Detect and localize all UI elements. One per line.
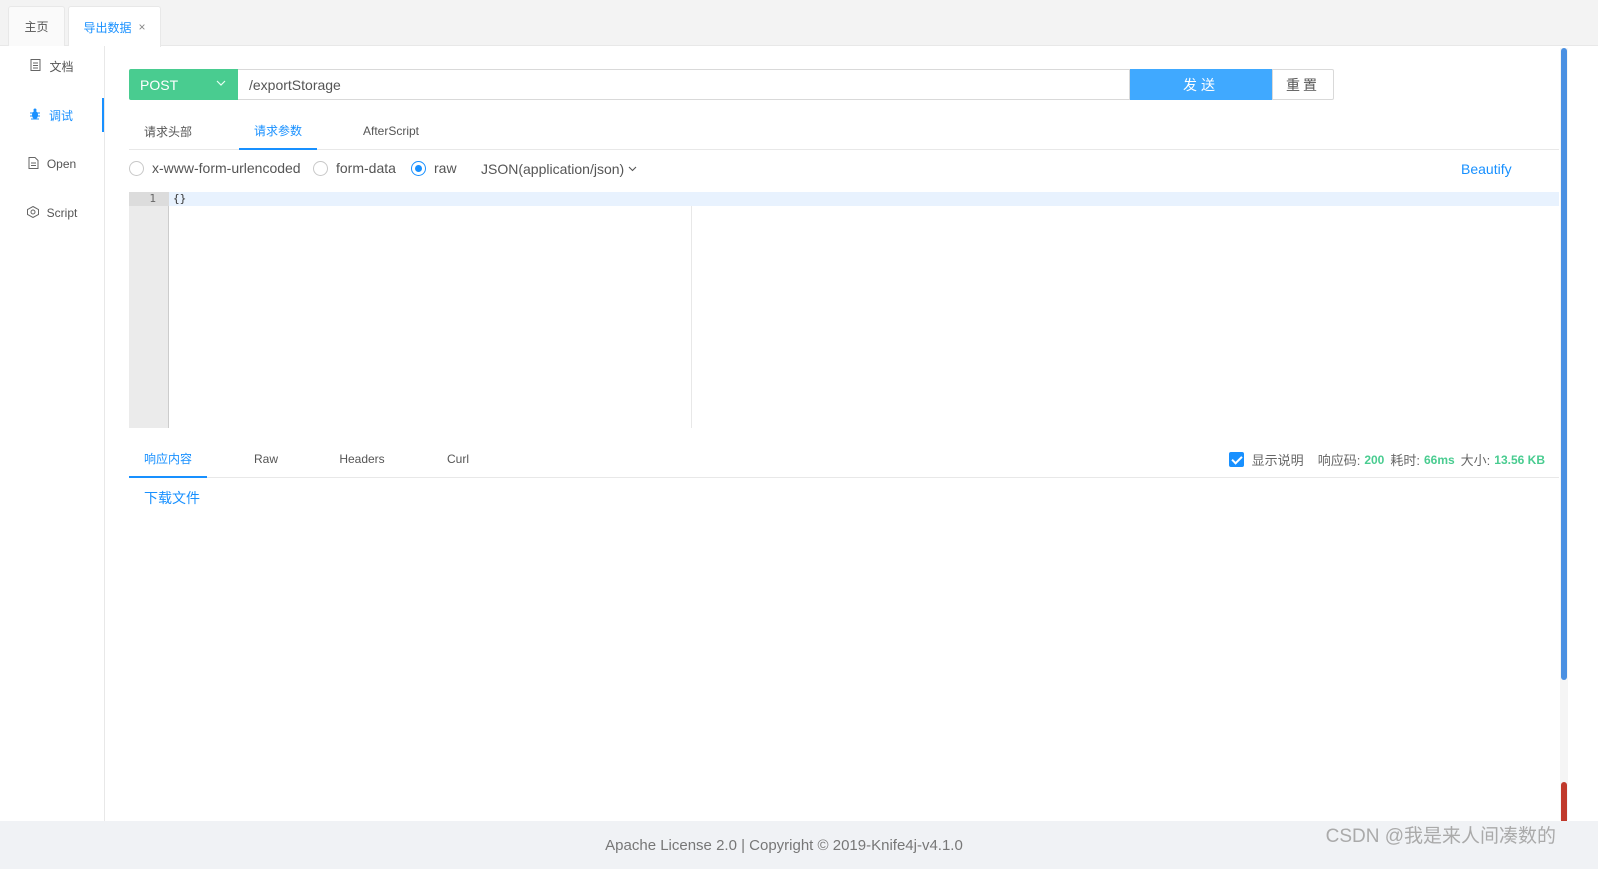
content-type-select[interactable]: JSON(application/json) (481, 161, 637, 177)
radio-x-www-form-urlencoded[interactable]: x-www-form-urlencoded (129, 160, 301, 176)
show-description-checkbox[interactable] (1228, 452, 1244, 467)
footer-text: Apache License 2.0 | Copyright © 2019-Kn… (605, 836, 963, 854)
radio-raw[interactable]: raw (411, 160, 457, 176)
radio-label: x-www-form-urlencoded (152, 160, 301, 176)
param-tabs: 请求头部 请求参数 AfterScript (129, 112, 1559, 150)
tab-export-data-label: 导出数据 (83, 20, 132, 35)
tab-response-content[interactable]: 响应内容 (129, 440, 207, 478)
close-icon[interactable]: × (139, 20, 146, 34)
response-meta: 显示说明 响应码: 200 耗时: 66ms 大小: 13.56 KB (1228, 450, 1545, 469)
tab-export-data[interactable]: 导出数据 × (68, 6, 161, 47)
sidebar-item-docs[interactable]: 文档 (0, 49, 104, 83)
sidebar-item-label: 调试 (48, 108, 73, 123)
response-code-label: 响应码: (1317, 453, 1361, 468)
app-window: 主页 导出数据 × 文档 调试 Open Script POST /export… (0, 0, 1598, 869)
document-icon (30, 58, 41, 74)
method-label: POST (140, 76, 179, 93)
size-label: 大小: (1460, 453, 1491, 468)
time-value: 66ms (1423, 452, 1455, 467)
print-margin (691, 206, 692, 428)
sidebar-item-label: 文档 (49, 59, 74, 74)
tab-request-headers[interactable]: 请求头部 (129, 112, 207, 150)
tab-home-label: 主页 (24, 20, 49, 34)
time-label: 耗时: (1390, 453, 1420, 468)
radio-circle (129, 160, 144, 176)
active-line-highlight (169, 192, 1559, 206)
top-tab-bar: 主页 导出数据 × (0, 0, 1598, 47)
code-icon (26, 205, 39, 221)
bug-icon (29, 108, 41, 123)
radio-label: raw (434, 160, 457, 176)
editor-content: {} (173, 192, 187, 205)
radio-label: form-data (336, 160, 396, 176)
watermark: CSDN @我是来人间凑数的 (1325, 825, 1556, 847)
content-type-label: JSON(application/json) (481, 161, 625, 177)
sidebar-item-label: Script (46, 206, 78, 220)
download-file-link[interactable]: 下载文件 (144, 488, 200, 508)
url-input[interactable] (238, 69, 1130, 100)
sidebar-item-open[interactable]: Open (0, 147, 104, 181)
reset-button[interactable]: 重置 (1272, 69, 1334, 100)
scrollbar-thumb[interactable] (1561, 48, 1567, 680)
method-select[interactable]: POST (129, 69, 238, 100)
line-number: 1 (129, 192, 169, 206)
tab-afterscript[interactable]: AfterScript (351, 112, 431, 150)
sidebar-item-label: Open (46, 157, 77, 171)
response-code-value: 200 (1364, 452, 1385, 467)
radio-circle (411, 160, 426, 176)
send-button[interactable]: 发送 (1130, 69, 1272, 100)
tab-request-params[interactable]: 请求参数 (239, 112, 317, 150)
editor-gutter: 1 (129, 192, 169, 428)
tab-home[interactable]: 主页 (8, 6, 65, 46)
sidebar: 文档 调试 Open Script (0, 46, 105, 821)
beautify-link[interactable]: Beautify (1461, 161, 1512, 177)
code-editor[interactable]: 1 {} (129, 192, 1559, 428)
radio-form-data[interactable]: form-data (313, 160, 396, 176)
file-icon (28, 156, 39, 172)
body-type-row: x-www-form-urlencoded form-data raw JSON… (129, 160, 1559, 180)
sidebar-item-debug[interactable]: 调试 (0, 98, 104, 132)
tab-raw[interactable]: Raw (241, 440, 291, 478)
chevron-down-icon (216, 76, 226, 93)
response-tabs: 响应内容 Raw Headers Curl 显示说明 响应码: 200 耗时: … (129, 440, 1559, 478)
tab-curl[interactable]: Curl (435, 440, 481, 478)
chevron-down-icon (628, 161, 637, 177)
size-value: 13.56 KB (1494, 452, 1545, 467)
sidebar-item-script[interactable]: Script (0, 196, 104, 230)
show-description-label: 显示说明 (1251, 453, 1304, 468)
tab-headers[interactable]: Headers (331, 440, 393, 478)
radio-circle (313, 160, 328, 176)
